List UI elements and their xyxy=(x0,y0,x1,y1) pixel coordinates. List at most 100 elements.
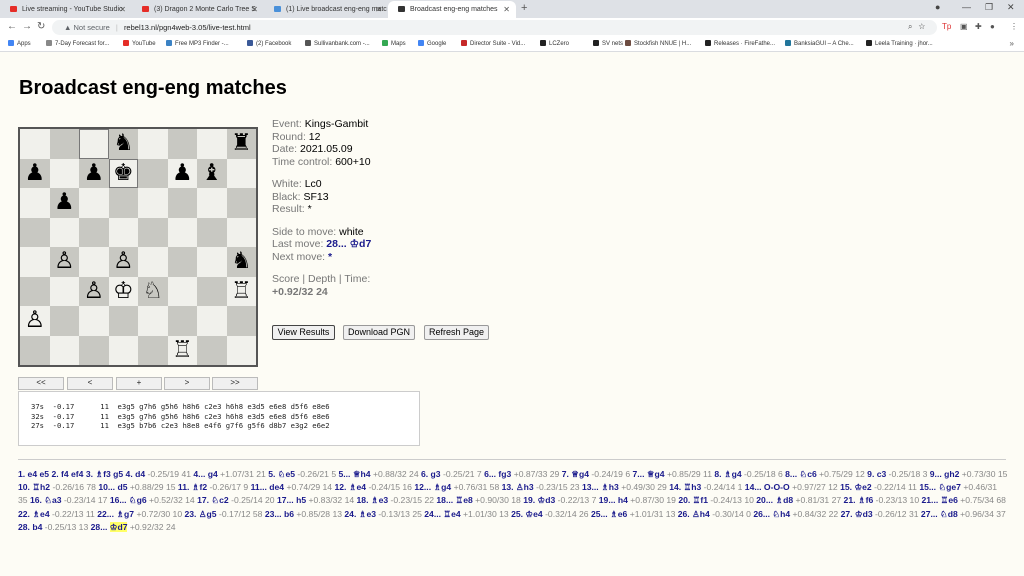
move-link[interactable]: 12. ♗e4 xyxy=(334,482,366,492)
board-square[interactable] xyxy=(79,129,109,159)
chess-piece-square[interactable]: ♖ xyxy=(167,335,197,365)
move-link[interactable]: 23. ♙g5 xyxy=(185,509,217,519)
board-square[interactable] xyxy=(138,306,168,336)
move-link[interactable]: 6... fg3 xyxy=(484,469,511,479)
chess-piece-square[interactable]: ♙ xyxy=(20,306,50,336)
chess-piece-square[interactable]: ♟ xyxy=(167,158,197,188)
board-square[interactable] xyxy=(108,217,138,247)
reload-icon[interactable]: ↻ xyxy=(37,21,45,32)
chess-piece-square[interactable]: ♚ xyxy=(108,158,138,188)
move-link[interactable]: 18... ♖e8 xyxy=(436,495,472,505)
chess-piece-square[interactable]: ♞ xyxy=(108,129,138,159)
chess-piece-square[interactable]: ♘ xyxy=(138,276,168,306)
board-square[interactable] xyxy=(20,335,50,365)
board-square[interactable] xyxy=(197,306,227,336)
board-square[interactable] xyxy=(197,247,227,277)
board-square[interactable] xyxy=(138,335,168,365)
move-link[interactable]: 8... ♘c6 xyxy=(785,469,817,479)
zoom-icon[interactable]: ⌕ xyxy=(908,22,918,31)
board-square[interactable] xyxy=(138,247,168,277)
move-link[interactable]: 9... gh2 xyxy=(930,469,960,479)
move-link[interactable]: 6. g3 xyxy=(421,469,441,479)
bookmark-item[interactable]: Stockfish NNUE | H... xyxy=(625,40,691,47)
browser-tab[interactable]: (1) Live broadcast eng-eng matc ✕ xyxy=(264,1,388,18)
board-square[interactable] xyxy=(138,188,168,218)
restore-icon[interactable]: ❐ xyxy=(985,2,993,13)
bookmark-item[interactable]: Google xyxy=(418,40,446,47)
bookmark-item[interactable]: LCZero xyxy=(540,40,569,47)
back-icon[interactable]: ← xyxy=(7,21,17,32)
move-link[interactable]: 20. ♖f1 xyxy=(678,495,708,505)
profile-icon[interactable]: ● xyxy=(935,2,940,12)
browser-tab[interactable]: (3) Dragon 2 Monte Carlo Tree S ✕ xyxy=(132,1,264,18)
move-link[interactable]: 5. ♘e5 xyxy=(268,469,295,479)
move-link[interactable]: 12... ♗g4 xyxy=(414,482,451,492)
minimize-icon[interactable]: — xyxy=(962,2,971,12)
forward-icon[interactable]: → xyxy=(22,21,32,32)
move-link[interactable]: 14. ♖h3 xyxy=(669,482,701,492)
extensions-puzzle-icon[interactable]: ✚ xyxy=(975,22,982,31)
chess-piece-square[interactable]: ♞ xyxy=(226,247,256,277)
move-link[interactable]: 20... ♗d8 xyxy=(756,495,793,505)
previous-move-button[interactable]: < xyxy=(67,377,113,390)
close-tab-icon[interactable]: ✕ xyxy=(119,5,126,14)
chess-piece-square[interactable]: ♟ xyxy=(79,158,109,188)
close-window-icon[interactable]: ✕ xyxy=(1007,2,1015,13)
menu-kebab-icon[interactable]: ⋮ xyxy=(1010,22,1018,31)
next-move-button[interactable]: > xyxy=(164,377,210,390)
move-link[interactable]: 28. b4 xyxy=(18,522,42,532)
move-link[interactable]: 4... g4 xyxy=(193,469,217,479)
move-link[interactable]: 17... h5 xyxy=(277,495,306,505)
view-results-button[interactable]: View Results xyxy=(272,325,335,340)
bookmark-item[interactable]: Maps xyxy=(382,40,406,47)
move-link[interactable]: 5... ♕h4 xyxy=(339,469,371,479)
close-tab-icon[interactable]: ✕ xyxy=(375,5,382,14)
move-link[interactable]: 10. ♖h2 xyxy=(18,482,50,492)
move-link[interactable]: 25... ♗e6 xyxy=(591,509,627,519)
chess-piece-square[interactable]: ♟ xyxy=(20,158,50,188)
autoplay-button[interactable]: + xyxy=(116,377,162,390)
move-link[interactable]: 18. ♗e3 xyxy=(357,495,389,505)
board-square[interactable] xyxy=(226,306,256,336)
chess-piece-square[interactable]: ♖ xyxy=(226,276,256,306)
move-link[interactable]: 21. ♗f6 xyxy=(844,495,874,505)
board-square[interactable] xyxy=(167,306,197,336)
board-square[interactable] xyxy=(20,247,50,277)
chess-piece-square[interactable]: ♙ xyxy=(108,247,138,277)
move-link[interactable]: 13. ♙h3 xyxy=(502,482,534,492)
extension-icon[interactable]: ▣ xyxy=(960,22,968,31)
board-square[interactable] xyxy=(108,335,138,365)
move-link[interactable]: 16... ♘g6 xyxy=(110,495,147,505)
board-square[interactable] xyxy=(138,158,168,188)
move-link[interactable]: 23... b6 xyxy=(265,509,294,519)
chessboard[interactable]: ♞ ♜ ♟ ♟ ♚ ♟ ♝ ♟ ♙ ♙ ♞ ♙ ♔ ♘ ♖ ♙ ♖ xyxy=(18,127,258,367)
move-link[interactable]: 11... de4 xyxy=(251,482,284,492)
board-square[interactable] xyxy=(226,335,256,365)
move-link[interactable]: 13... ♗h3 xyxy=(582,482,619,492)
bookmark-item[interactable]: (2) Facebook xyxy=(247,40,291,47)
board-square[interactable] xyxy=(167,188,197,218)
last-move-link[interactable]: 28... ♔d7 xyxy=(326,238,371,250)
board-square[interactable] xyxy=(197,335,227,365)
bookmark-item[interactable]: Apps xyxy=(8,40,31,47)
move-link[interactable]: 19... h4 xyxy=(599,495,628,505)
move-link[interactable]: 26... ♘h4 xyxy=(753,509,790,519)
board-square[interactable] xyxy=(20,129,50,159)
board-square[interactable] xyxy=(79,247,109,277)
move-link[interactable]: 16. ♘a3 xyxy=(30,495,62,505)
move-link[interactable]: 17. ♘c2 xyxy=(197,495,229,505)
new-tab-button[interactable]: + xyxy=(521,2,527,14)
board-square[interactable] xyxy=(79,335,109,365)
bookmark-item[interactable]: YouTube xyxy=(123,40,156,47)
move-link[interactable]: 25. ♔e4 xyxy=(511,509,543,519)
move-link[interactable]: 28... xyxy=(91,522,110,532)
move-link[interactable]: 22. ♗e4 xyxy=(18,509,50,519)
browser-tab[interactable]: Live streaming - YouTube Studio ✕ xyxy=(0,1,132,18)
first-move-button[interactable]: << xyxy=(18,377,64,390)
board-square[interactable] xyxy=(108,188,138,218)
board-square[interactable] xyxy=(49,276,79,306)
board-square[interactable] xyxy=(20,217,50,247)
board-square[interactable] xyxy=(79,217,109,247)
chess-piece-square[interactable]: ♙ xyxy=(49,247,79,277)
bookmark-item[interactable]: Director Suite - Vid... xyxy=(461,40,525,47)
